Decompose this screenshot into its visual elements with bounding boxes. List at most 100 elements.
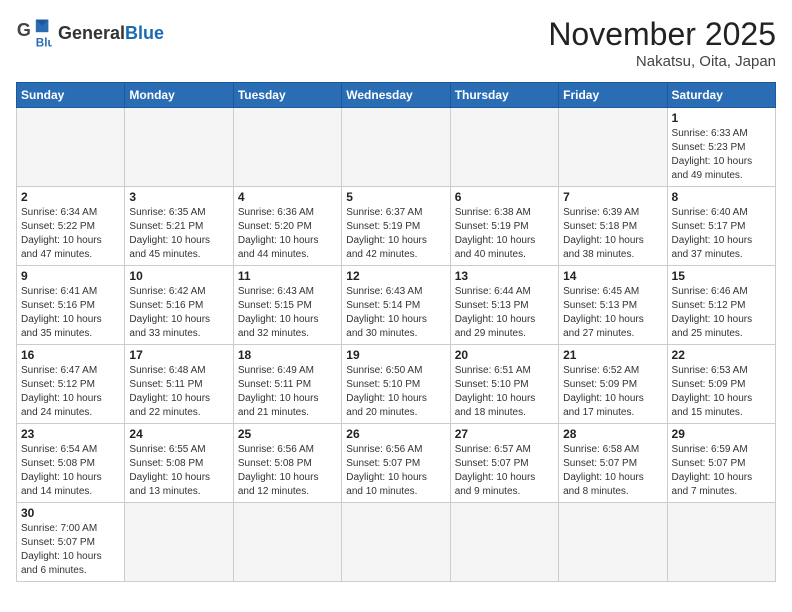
- calendar-table: SundayMondayTuesdayWednesdayThursdayFrid…: [16, 82, 776, 582]
- day-info: Sunrise: 6:46 AM Sunset: 5:12 PM Dayligh…: [672, 285, 771, 341]
- day-number: 9: [21, 269, 120, 283]
- title-area: November 2025 Nakatsu, Oita, Japan: [548, 16, 776, 70]
- calendar-cell: [450, 503, 558, 582]
- logo-general: General: [58, 23, 125, 43]
- calendar-cell: 8Sunrise: 6:40 AM Sunset: 5:17 PM Daylig…: [667, 187, 775, 266]
- calendar-cell: 3 Sunrise: 6:35 AM Sunset: 5:21 PM Daylig…: [125, 187, 233, 266]
- weekday-header-cell: Monday: [125, 83, 233, 108]
- day-number: 10: [129, 269, 228, 283]
- calendar-cell: 18Sunrise: 6:49 AM Sunset: 5:11 PM Dayli…: [233, 345, 341, 424]
- calendar-cell: 30Sunrise: 7:00 AM Sunset: 5:07 PM Dayli…: [17, 503, 125, 582]
- day-number: 28: [563, 427, 662, 441]
- day-number: 23: [21, 427, 120, 441]
- day-info: Sunrise: 6:35 AM Sunset: 5:21 PM Dayligh…: [129, 206, 228, 262]
- day-info: Sunrise: 6:38 AM Sunset: 5:19 PM Dayligh…: [455, 206, 554, 262]
- day-number: 5: [346, 190, 445, 204]
- day-info: Sunrise: 6:41 AM Sunset: 5:16 PM Dayligh…: [21, 285, 120, 341]
- day-info: Sunrise: 6:52 AM Sunset: 5:09 PM Dayligh…: [563, 364, 662, 420]
- day-number: 25: [238, 427, 337, 441]
- day-info: Sunrise: 6:43 AM Sunset: 5:15 PM Dayligh…: [238, 285, 337, 341]
- day-info: Sunrise: 6:43 AM Sunset: 5:14 PM Dayligh…: [346, 285, 445, 341]
- calendar-body: 1 Sunrise: 6:33 AM Sunset: 5:23 PM Daylig…: [17, 108, 776, 582]
- month-title: November 2025: [548, 16, 776, 53]
- calendar-cell: [342, 108, 450, 187]
- calendar-cell: [17, 108, 125, 187]
- weekday-header-cell: Sunday: [17, 83, 125, 108]
- calendar-week-row: 30Sunrise: 7:00 AM Sunset: 5:07 PM Dayli…: [17, 503, 776, 582]
- day-info: Sunrise: 6:50 AM Sunset: 5:10 PM Dayligh…: [346, 364, 445, 420]
- weekday-header-cell: Saturday: [667, 83, 775, 108]
- calendar-cell: 17 Sunrise: 6:48 AM Sunset: 5:11 PM Dayli…: [125, 345, 233, 424]
- day-info: Sunrise: 6:34 AM Sunset: 5:22 PM Dayligh…: [21, 206, 120, 262]
- day-number: 24: [129, 427, 228, 441]
- weekday-header-cell: Friday: [559, 83, 667, 108]
- calendar-header: SundayMondayTuesdayWednesdayThursdayFrid…: [17, 83, 776, 108]
- calendar-cell: 12Sunrise: 6:43 AM Sunset: 5:14 PM Dayli…: [342, 266, 450, 345]
- calendar-cell: 14Sunrise: 6:45 AM Sunset: 5:13 PM Dayli…: [559, 266, 667, 345]
- calendar-cell: [125, 108, 233, 187]
- day-number: 1: [672, 111, 771, 125]
- calendar-week-row: 9 Sunrise: 6:41 AM Sunset: 5:16 PM Daylig…: [17, 266, 776, 345]
- day-info: Sunrise: 6:47 AM Sunset: 5:12 PM Dayligh…: [21, 364, 120, 420]
- weekday-header-cell: Wednesday: [342, 83, 450, 108]
- weekday-header-row: SundayMondayTuesdayWednesdayThursdayFrid…: [17, 83, 776, 108]
- logo-blue: Blue: [125, 23, 164, 43]
- calendar-cell: [342, 503, 450, 582]
- day-number: 3: [129, 190, 228, 204]
- logo-text: GeneralBlue: [58, 24, 164, 44]
- calendar-cell: 1 Sunrise: 6:33 AM Sunset: 5:23 PM Daylig…: [667, 108, 775, 187]
- calendar-cell: [559, 108, 667, 187]
- calendar-cell: 24 Sunrise: 6:55 AM Sunset: 5:08 PM Dayli…: [125, 424, 233, 503]
- calendar-cell: 9 Sunrise: 6:41 AM Sunset: 5:16 PM Daylig…: [17, 266, 125, 345]
- logo-area: G Blue GeneralBlue: [16, 16, 164, 52]
- day-number: 17: [129, 348, 228, 362]
- day-number: 27: [455, 427, 554, 441]
- calendar-cell: 2 Sunrise: 6:34 AM Sunset: 5:22 PM Daylig…: [17, 187, 125, 266]
- calendar-cell: [125, 503, 233, 582]
- calendar-cell: 26Sunrise: 6:56 AM Sunset: 5:07 PM Dayli…: [342, 424, 450, 503]
- day-number: 6: [455, 190, 554, 204]
- calendar-cell: [450, 108, 558, 187]
- calendar-cell: 19Sunrise: 6:50 AM Sunset: 5:10 PM Dayli…: [342, 345, 450, 424]
- header: G Blue GeneralBlue November 2025 Nakatsu…: [16, 16, 776, 70]
- day-info: Sunrise: 6:37 AM Sunset: 5:19 PM Dayligh…: [346, 206, 445, 262]
- location-subtitle: Nakatsu, Oita, Japan: [548, 53, 776, 70]
- calendar-cell: [559, 503, 667, 582]
- day-info: Sunrise: 6:49 AM Sunset: 5:11 PM Dayligh…: [238, 364, 337, 420]
- day-info: Sunrise: 6:33 AM Sunset: 5:23 PM Dayligh…: [672, 127, 771, 183]
- calendar-cell: 20Sunrise: 6:51 AM Sunset: 5:10 PM Dayli…: [450, 345, 558, 424]
- calendar-week-row: 23Sunrise: 6:54 AM Sunset: 5:08 PM Dayli…: [17, 424, 776, 503]
- day-number: 21: [563, 348, 662, 362]
- calendar-cell: 23Sunrise: 6:54 AM Sunset: 5:08 PM Dayli…: [17, 424, 125, 503]
- calendar-cell: 27 Sunrise: 6:57 AM Sunset: 5:07 PM Dayli…: [450, 424, 558, 503]
- day-info: Sunrise: 6:42 AM Sunset: 5:16 PM Dayligh…: [129, 285, 228, 341]
- calendar-cell: 25Sunrise: 6:56 AM Sunset: 5:08 PM Dayli…: [233, 424, 341, 503]
- day-number: 4: [238, 190, 337, 204]
- weekday-header-cell: Thursday: [450, 83, 558, 108]
- calendar-cell: [233, 503, 341, 582]
- day-number: 15: [672, 269, 771, 283]
- day-number: 14: [563, 269, 662, 283]
- day-info: Sunrise: 6:57 AM Sunset: 5:07 PM Dayligh…: [455, 443, 554, 499]
- calendar-cell: 15 Sunrise: 6:46 AM Sunset: 5:12 PM Dayli…: [667, 266, 775, 345]
- day-info: Sunrise: 6:53 AM Sunset: 5:09 PM Dayligh…: [672, 364, 771, 420]
- calendar-cell: 16Sunrise: 6:47 AM Sunset: 5:12 PM Dayli…: [17, 345, 125, 424]
- calendar-cell: 5 Sunrise: 6:37 AM Sunset: 5:19 PM Daylig…: [342, 187, 450, 266]
- day-info: Sunrise: 6:55 AM Sunset: 5:08 PM Dayligh…: [129, 443, 228, 499]
- calendar-cell: 21 Sunrise: 6:52 AM Sunset: 5:09 PM Dayli…: [559, 345, 667, 424]
- calendar-week-row: 2 Sunrise: 6:34 AM Sunset: 5:22 PM Daylig…: [17, 187, 776, 266]
- calendar-cell: 28 Sunrise: 6:58 AM Sunset: 5:07 PM Dayli…: [559, 424, 667, 503]
- day-number: 20: [455, 348, 554, 362]
- day-number: 2: [21, 190, 120, 204]
- calendar-cell: 4 Sunrise: 6:36 AM Sunset: 5:20 PM Daylig…: [233, 187, 341, 266]
- day-info: Sunrise: 6:56 AM Sunset: 5:07 PM Dayligh…: [346, 443, 445, 499]
- calendar-cell: 6 Sunrise: 6:38 AM Sunset: 5:19 PM Daylig…: [450, 187, 558, 266]
- day-number: 13: [455, 269, 554, 283]
- day-number: 30: [21, 506, 120, 520]
- day-info: Sunrise: 6:58 AM Sunset: 5:07 PM Dayligh…: [563, 443, 662, 499]
- day-number: 22: [672, 348, 771, 362]
- day-number: 29: [672, 427, 771, 441]
- calendar-week-row: 1 Sunrise: 6:33 AM Sunset: 5:23 PM Daylig…: [17, 108, 776, 187]
- day-info: Sunrise: 6:48 AM Sunset: 5:11 PM Dayligh…: [129, 364, 228, 420]
- day-info: Sunrise: 6:36 AM Sunset: 5:20 PM Dayligh…: [238, 206, 337, 262]
